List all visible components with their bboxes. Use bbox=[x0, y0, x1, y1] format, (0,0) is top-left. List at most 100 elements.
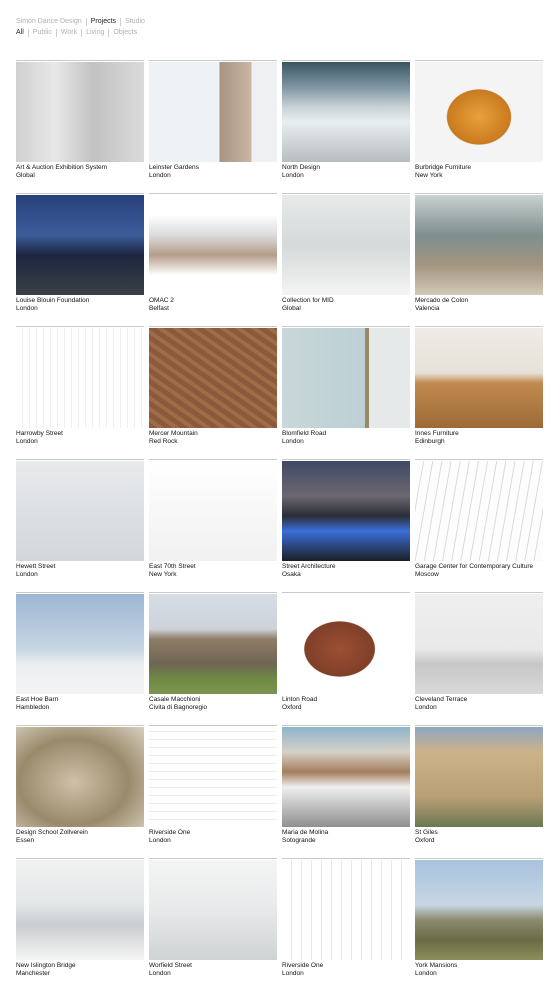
project-card[interactable]: St Giles Oxford bbox=[415, 725, 543, 858]
project-card[interactable]: Design School Zollverein Essen bbox=[16, 725, 144, 858]
project-title[interactable]: Louise Blouin Foundation bbox=[16, 297, 144, 305]
divider bbox=[282, 592, 410, 593]
project-thumbnail[interactable] bbox=[415, 62, 543, 162]
project-title[interactable]: Harrowby Street bbox=[16, 430, 144, 438]
project-card[interactable]: Worfield Street London bbox=[149, 858, 277, 991]
project-card[interactable]: East 70th Street New York bbox=[149, 459, 277, 592]
project-title[interactable]: Cleveland Terrace bbox=[415, 696, 543, 704]
project-card[interactable]: Collection for MID Global bbox=[282, 193, 410, 326]
project-card[interactable]: Casale Macchioni Civita di Bagnoregio bbox=[149, 592, 277, 725]
project-card[interactable]: New Islington Bridge Manchester bbox=[16, 858, 144, 991]
project-card[interactable]: Burbridge Furniture New York bbox=[415, 60, 543, 193]
filter-link-objects[interactable]: Objects bbox=[113, 28, 137, 38]
project-thumbnail[interactable] bbox=[282, 727, 410, 827]
project-thumbnail[interactable] bbox=[415, 594, 543, 694]
project-title[interactable]: Innes Furniture bbox=[415, 430, 543, 438]
project-thumbnail[interactable] bbox=[282, 328, 410, 428]
project-card[interactable]: North Design London bbox=[282, 60, 410, 193]
project-title[interactable]: York Mansions bbox=[415, 962, 543, 970]
project-card[interactable]: Maria de Molina Sotogrande bbox=[282, 725, 410, 858]
project-title[interactable]: Garage Center for Contemporary Culture bbox=[415, 563, 543, 571]
filter-link-work[interactable]: Work bbox=[61, 28, 77, 38]
project-thumbnail[interactable] bbox=[415, 461, 543, 561]
project-card[interactable]: Harrowby Street London bbox=[16, 326, 144, 459]
project-title[interactable]: Art & Auction Exhibition System bbox=[16, 164, 144, 172]
project-card[interactable]: Garage Center for Contemporary Culture Mo… bbox=[415, 459, 543, 592]
project-title[interactable]: New Islington Bridge bbox=[16, 962, 144, 970]
project-card[interactable]: Riverside One London bbox=[282, 858, 410, 991]
project-thumbnail[interactable] bbox=[415, 860, 543, 960]
project-thumbnail[interactable] bbox=[16, 727, 144, 827]
project-title[interactable]: St Giles bbox=[415, 829, 543, 837]
divider bbox=[16, 60, 144, 61]
project-thumbnail[interactable] bbox=[149, 195, 277, 295]
filter-link-all[interactable]: All bbox=[16, 28, 24, 38]
project-title[interactable]: Burbridge Furniture bbox=[415, 164, 543, 172]
nav-link-projects[interactable]: Projects bbox=[91, 17, 116, 27]
nav-link-studio[interactable]: Studio bbox=[125, 17, 145, 27]
project-title[interactable]: Riverside One bbox=[149, 829, 277, 837]
project-caption: North Design London bbox=[282, 164, 410, 179]
project-thumbnail[interactable] bbox=[149, 62, 277, 162]
project-title[interactable]: Mercado de Colon bbox=[415, 297, 543, 305]
project-thumbnail[interactable] bbox=[16, 62, 144, 162]
project-thumbnail[interactable] bbox=[282, 860, 410, 960]
project-title[interactable]: Worfield Street bbox=[149, 962, 277, 970]
filter-link-public[interactable]: Public bbox=[33, 28, 52, 38]
project-card[interactable]: York Mansions London bbox=[415, 858, 543, 991]
divider bbox=[415, 193, 543, 194]
project-card[interactable]: Mercer Mountain Red Rock bbox=[149, 326, 277, 459]
project-title[interactable]: East Hoe Barn bbox=[16, 696, 144, 704]
project-thumbnail[interactable] bbox=[16, 328, 144, 428]
nav-separator bbox=[120, 17, 122, 26]
project-thumbnail[interactable] bbox=[415, 727, 543, 827]
project-card[interactable]: Mercado de Colon Valencia bbox=[415, 193, 543, 326]
project-title[interactable]: Hewett Street bbox=[16, 563, 144, 571]
project-card[interactable]: Art & Auction Exhibition System Global bbox=[16, 60, 144, 193]
project-thumbnail[interactable] bbox=[282, 461, 410, 561]
project-title[interactable]: North Design bbox=[282, 164, 410, 172]
project-card[interactable]: Street Architecture Osaka bbox=[282, 459, 410, 592]
project-title[interactable]: Street Architecture bbox=[282, 563, 410, 571]
project-thumbnail[interactable] bbox=[16, 461, 144, 561]
project-thumbnail[interactable] bbox=[149, 328, 277, 428]
project-thumbnail[interactable] bbox=[282, 195, 410, 295]
divider bbox=[415, 725, 543, 726]
divider bbox=[282, 193, 410, 194]
project-card[interactable]: Hewett Street London bbox=[16, 459, 144, 592]
nav-link-simon-dance-design[interactable]: Simon Dance Design bbox=[16, 17, 82, 27]
project-title[interactable]: Mercer Mountain bbox=[149, 430, 277, 438]
project-thumbnail[interactable] bbox=[16, 860, 144, 960]
project-thumbnail[interactable] bbox=[149, 594, 277, 694]
project-title[interactable]: Leinster Gardens bbox=[149, 164, 277, 172]
project-card[interactable]: Leinster Gardens London bbox=[149, 60, 277, 193]
project-title[interactable]: East 70th Street bbox=[149, 563, 277, 571]
project-card[interactable]: East Hoe Barn Hambledon bbox=[16, 592, 144, 725]
project-title[interactable]: Linton Road bbox=[282, 696, 410, 704]
project-thumbnail[interactable] bbox=[149, 860, 277, 960]
project-location: Red Rock bbox=[149, 437, 178, 445]
project-title[interactable]: Riverside One bbox=[282, 962, 410, 970]
project-thumbnail[interactable] bbox=[149, 461, 277, 561]
project-card[interactable]: Louise Blouin Foundation London bbox=[16, 193, 144, 326]
project-thumbnail[interactable] bbox=[16, 594, 144, 694]
project-card[interactable]: Blomfield Road London bbox=[282, 326, 410, 459]
project-thumbnail[interactable] bbox=[415, 328, 543, 428]
project-card[interactable]: OMAC 2 Belfast bbox=[149, 193, 277, 326]
project-thumbnail[interactable] bbox=[16, 195, 144, 295]
project-title[interactable]: Design School Zollverein bbox=[16, 829, 144, 837]
project-thumbnail[interactable] bbox=[415, 195, 543, 295]
project-title[interactable]: Collection for MID bbox=[282, 297, 410, 305]
project-thumbnail[interactable] bbox=[282, 594, 410, 694]
project-card[interactable]: Innes Furniture Edinburgh bbox=[415, 326, 543, 459]
filter-link-living[interactable]: Living bbox=[86, 28, 104, 38]
project-card[interactable]: Linton Road Oxford bbox=[282, 592, 410, 725]
project-title[interactable]: Casale Macchioni bbox=[149, 696, 277, 704]
project-title[interactable]: Maria de Molina bbox=[282, 829, 410, 837]
project-title[interactable]: Blomfield Road bbox=[282, 430, 410, 438]
project-thumbnail[interactable] bbox=[149, 727, 277, 827]
project-title[interactable]: OMAC 2 bbox=[149, 297, 277, 305]
project-thumbnail[interactable] bbox=[282, 62, 410, 162]
project-card[interactable]: Cleveland Terrace London bbox=[415, 592, 543, 725]
project-card[interactable]: Riverside One London bbox=[149, 725, 277, 858]
